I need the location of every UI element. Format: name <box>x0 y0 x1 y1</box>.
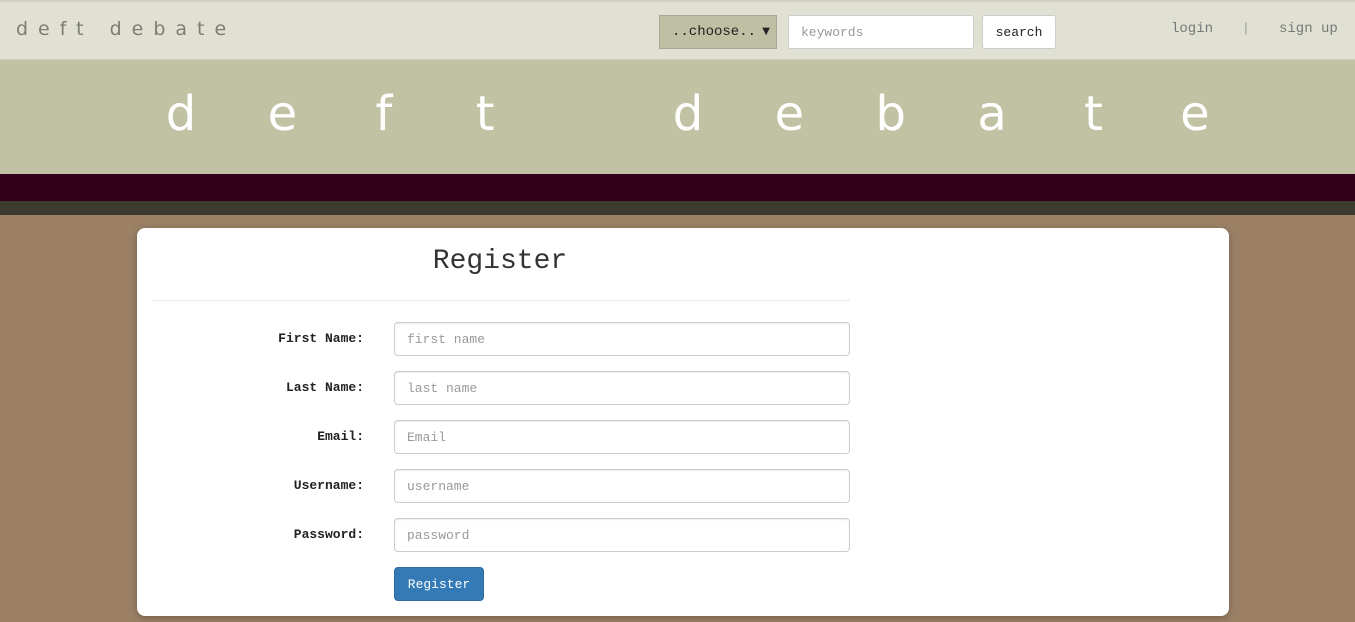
login-link[interactable]: login <box>1171 21 1213 37</box>
banner-letter: a <box>977 86 1007 142</box>
email-field[interactable] <box>394 420 850 454</box>
brand-logo[interactable]: deft debate <box>16 18 236 40</box>
last-name-label: Last Name: <box>285 380 364 395</box>
category-select[interactable]: ..choose.. ▼ <box>659 15 777 49</box>
search-button[interactable]: search <box>982 15 1056 49</box>
chevron-down-icon: ▼ <box>762 26 770 37</box>
title-divider <box>152 300 850 301</box>
last-name-field[interactable] <box>394 371 850 405</box>
banner-letter <box>569 84 605 144</box>
username-label: Username: <box>293 478 364 493</box>
password-label: Password: <box>293 527 364 542</box>
divider-stripe-olive <box>0 201 1355 215</box>
signup-link[interactable]: sign up <box>1279 21 1338 37</box>
email-label: Email: <box>317 429 364 444</box>
username-row: Username: <box>137 469 863 503</box>
banner-letter: d <box>165 86 197 142</box>
nav-separator: | <box>1242 21 1250 36</box>
banner-letter: d <box>672 86 704 142</box>
first-name-row: First Name: <box>137 322 863 356</box>
password-field[interactable] <box>394 518 850 552</box>
banner-letter: e <box>1180 86 1210 142</box>
divider-stripe-dark <box>0 174 1355 201</box>
register-card: Register First Name: Last Name: Email: U… <box>137 228 1229 616</box>
site-banner: d e f t d e b a t e <box>0 60 1355 174</box>
banner-letter: f <box>375 86 393 142</box>
last-name-row: Last Name: <box>137 371 863 405</box>
first-name-field[interactable] <box>394 322 850 356</box>
banner-letter: e <box>774 86 805 142</box>
banner-letter: t <box>1084 86 1103 142</box>
banner-title: d e f t d e b a t e <box>163 84 1213 144</box>
first-name-label: First Name: <box>278 331 364 346</box>
banner-letter: b <box>875 86 906 142</box>
category-select-value: ..choose.. <box>672 24 757 40</box>
register-button[interactable]: Register <box>394 567 484 601</box>
top-navbar: deft debate ..choose.. ▼ search login | … <box>0 0 1355 60</box>
password-row: Password: <box>137 518 863 552</box>
username-field[interactable] <box>394 469 850 503</box>
banner-letter: e <box>267 86 298 142</box>
page-title: Register <box>432 246 568 277</box>
email-row: Email: <box>137 420 863 454</box>
search-input[interactable] <box>788 15 974 49</box>
banner-letter: t <box>475 86 495 142</box>
